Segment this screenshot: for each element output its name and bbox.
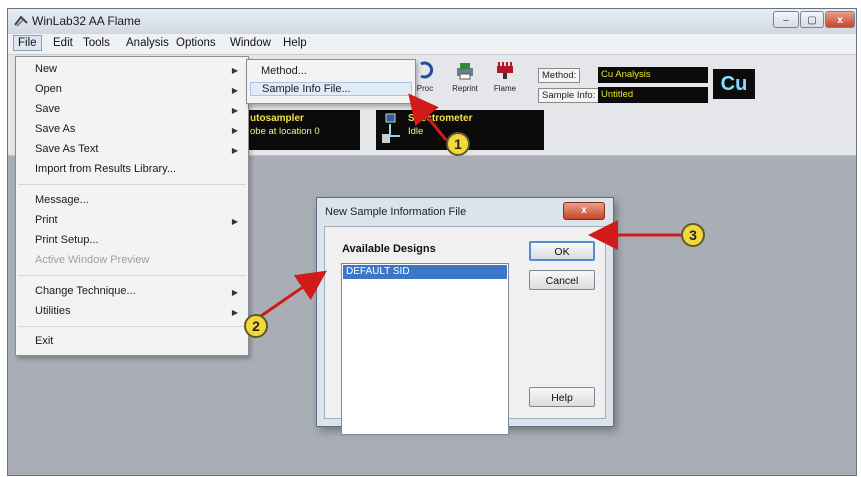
annotation-arrows [257,93,681,320]
callout-1: 1 [446,132,470,156]
callout-2: 2 [244,314,268,338]
arrow-2 [257,270,327,320]
callout-3: 3 [681,223,705,247]
arrow-1 [408,93,448,141]
